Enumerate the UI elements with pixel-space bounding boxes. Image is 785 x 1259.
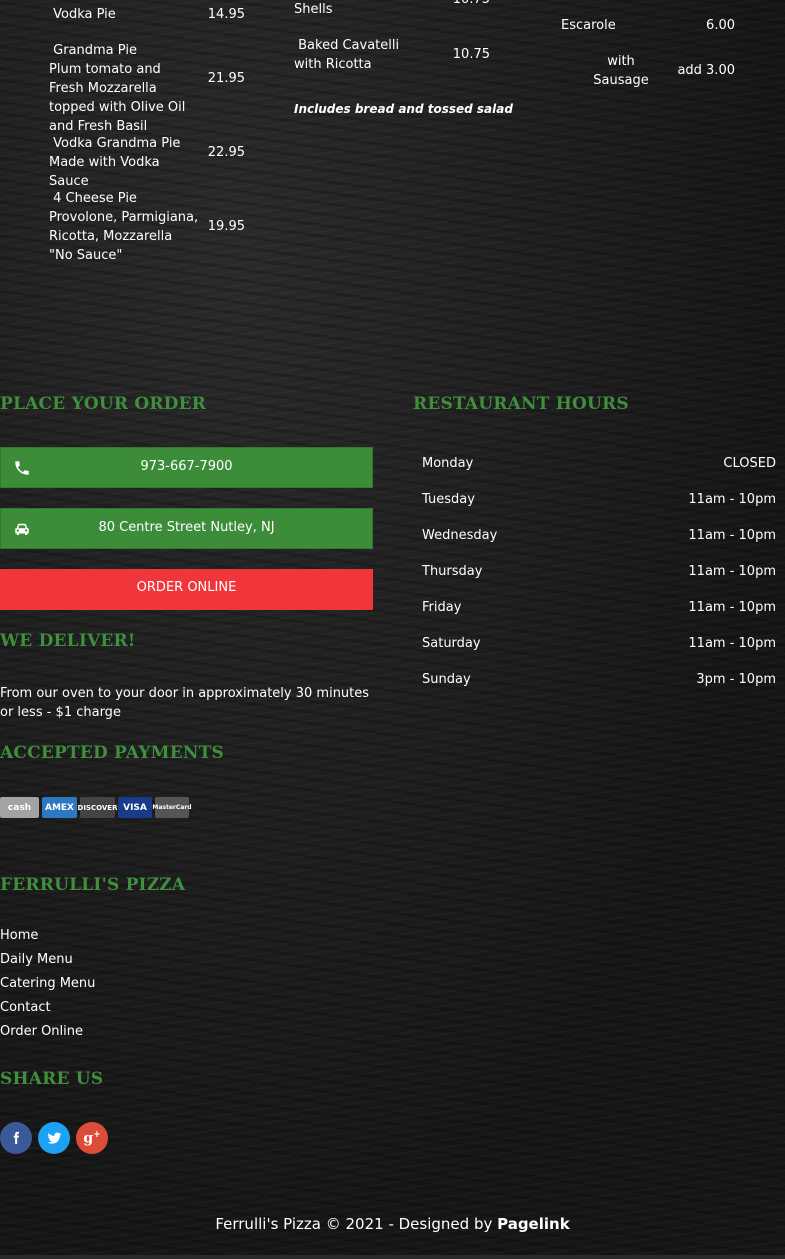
menu-item-price: 10.75 [440, 0, 490, 9]
menu-item-name: Vodka Pie [49, 5, 116, 24]
menu-item: Grandma Pie Plum tomato and Fresh Mozzar… [49, 41, 199, 136]
menu-item-price: 21.95 [207, 71, 245, 86]
hours-day: Thursday [422, 564, 483, 579]
hours-row: Thursday 11am - 10pm [422, 564, 776, 584]
phone-number: 973-667-7900 [140, 459, 233, 474]
phone-button[interactable]: 973-667-7900 [0, 447, 373, 488]
hours-row: Sunday 3pm - 10pm [422, 672, 776, 692]
payments-heading: ACCEPTED PAYMENTS [0, 743, 224, 763]
mastercard-icon: MasterCard [152, 797, 192, 818]
hours-time: CLOSED [723, 456, 776, 471]
hours-day: Monday [422, 456, 474, 471]
menu-item-price: 10.75 [452, 47, 490, 62]
hours-day: Friday [422, 600, 462, 615]
address-button[interactable]: 80 Centre Street Nutley, NJ [0, 508, 373, 549]
menu-item-title: with Sausage [593, 54, 649, 88]
bottom-border [0, 1255, 785, 1259]
footer-link-daily-menu[interactable]: Daily Menu [0, 952, 73, 967]
hours-row: Monday CLOSED [422, 456, 776, 476]
facebook-icon[interactable] [0, 1122, 32, 1154]
hours-day: Sunday [422, 672, 471, 687]
footer-heading: FERRULLI'S PIZZA [0, 875, 186, 895]
hours-time: 11am - 10pm [688, 564, 776, 579]
menu-item-desc: Made with Vodka Sauce [49, 155, 160, 189]
footer-link-order-online[interactable]: Order Online [0, 1024, 83, 1039]
menu-item-price: 6.00 [706, 18, 735, 33]
delivery-heading: WE DELIVER! [0, 631, 136, 651]
menu-item-desc: Provolone, Parmigiana, Ricotta, Mozzarel… [49, 210, 199, 263]
google-plus-icon[interactable]: g+ [76, 1122, 108, 1154]
menu-note: Includes bread and tossed salad [294, 102, 513, 116]
copyright: Ferrulli's Pizza © 2021 - Designed by Pa… [0, 1215, 785, 1233]
footer-link-contact[interactable]: Contact [0, 1000, 51, 1015]
hours-row: Saturday 11am - 10pm [422, 636, 776, 656]
hours-time: 11am - 10pm [688, 636, 776, 651]
hours-row: Wednesday 11am - 10pm [422, 528, 776, 548]
menu-item-title: Shells [294, 2, 333, 17]
hours-heading: RESTAURANT HOURS [413, 394, 629, 414]
menu-item: 4 Cheese Pie Provolone, Parmigiana, Rico… [49, 189, 199, 265]
menu-item-title: Escarole [561, 18, 616, 33]
twitter-icon[interactable] [38, 1122, 70, 1154]
hours-row: Tuesday 11am - 10pm [422, 492, 776, 512]
share-heading: SHARE US [0, 1069, 104, 1089]
hours-time: 11am - 10pm [688, 528, 776, 543]
menu-item-title: Baked Cavatelli with Ricotta [294, 38, 400, 72]
menu-item: Vodka Grandma Pie Made with Vodka Sauce [49, 134, 199, 191]
amex-icon: AMEX [42, 797, 77, 818]
hours-time: 11am - 10pm [688, 600, 776, 615]
hours-row: Friday 11am - 10pm [422, 600, 776, 620]
menu-item-price: 14.95 [207, 7, 245, 22]
order-online-label: ORDER ONLINE [136, 580, 237, 595]
menu-item: Baked Cavatelli with Ricotta [294, 36, 404, 74]
designer-link[interactable]: Pagelink [497, 1215, 570, 1233]
hours-time: 11am - 10pm [688, 492, 776, 507]
menu-item-price: 22.95 [207, 145, 245, 160]
menu-item-title: Vodka Pie [53, 7, 116, 22]
cash-icon: cash [0, 797, 39, 818]
menu-item-desc: Plum tomato and Fresh Mozzarella topped … [49, 62, 186, 134]
hours-day: Saturday [422, 636, 481, 651]
visa-icon: VISA [118, 797, 152, 818]
menu-item-title: Vodka Grandma Pie [53, 136, 181, 151]
order-heading: PLACE YOUR ORDER [0, 394, 207, 414]
hours-day: Wednesday [422, 528, 498, 543]
menu-item-title: 4 Cheese Pie [53, 191, 137, 206]
footer-link-home[interactable]: Home [0, 928, 38, 943]
menu-item-price: 19.95 [207, 219, 245, 234]
hours-day: Tuesday [422, 492, 475, 507]
address-text: 80 Centre Street Nutley, NJ [98, 520, 275, 535]
order-online-button[interactable]: ORDER ONLINE [0, 569, 373, 610]
delivery-text: From our oven to your door in approximat… [0, 686, 370, 720]
footer-link-catering-menu[interactable]: Catering Menu [0, 976, 95, 991]
hours-time: 3pm - 10pm [696, 672, 776, 687]
menu-item-price: add 3.00 [677, 63, 735, 78]
menu-item-title: Grandma Pie [53, 43, 137, 58]
copyright-text: Ferrulli's Pizza © 2021 - Designed by [215, 1215, 498, 1233]
discover-icon: DISCOVER [78, 797, 117, 818]
